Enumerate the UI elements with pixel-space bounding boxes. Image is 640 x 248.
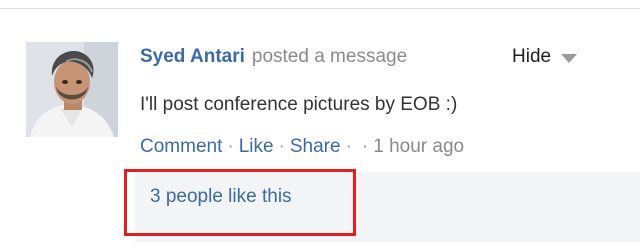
post-timestamp[interactable]: 1 hour ago (373, 136, 464, 158)
post-action-text: posted a message (251, 46, 408, 67)
post-header: Syed Antari posted a message (140, 43, 407, 71)
share-link[interactable]: Share (290, 136, 341, 158)
hide-label: Hide (512, 46, 552, 67)
chevron-down-icon (561, 54, 578, 63)
separator: · (361, 136, 369, 157)
separator: · (227, 136, 234, 157)
avatar-photo (26, 42, 118, 137)
post-message: I'll post conference pictures by EOB :) (140, 94, 458, 115)
separator: · (278, 136, 285, 157)
post-actions: Comment · Like · Share · · 1 hour ago (140, 133, 464, 161)
top-divider (0, 8, 640, 9)
separator: · (345, 136, 352, 157)
comment-link[interactable]: Comment (140, 136, 222, 158)
hide-button[interactable]: Hide (512, 43, 578, 71)
author-name-link[interactable]: Syed Antari (140, 46, 245, 68)
avatar[interactable] (26, 42, 118, 137)
likes-count-link[interactable]: 3 people like this (150, 183, 292, 211)
like-link[interactable]: Like (239, 136, 274, 158)
